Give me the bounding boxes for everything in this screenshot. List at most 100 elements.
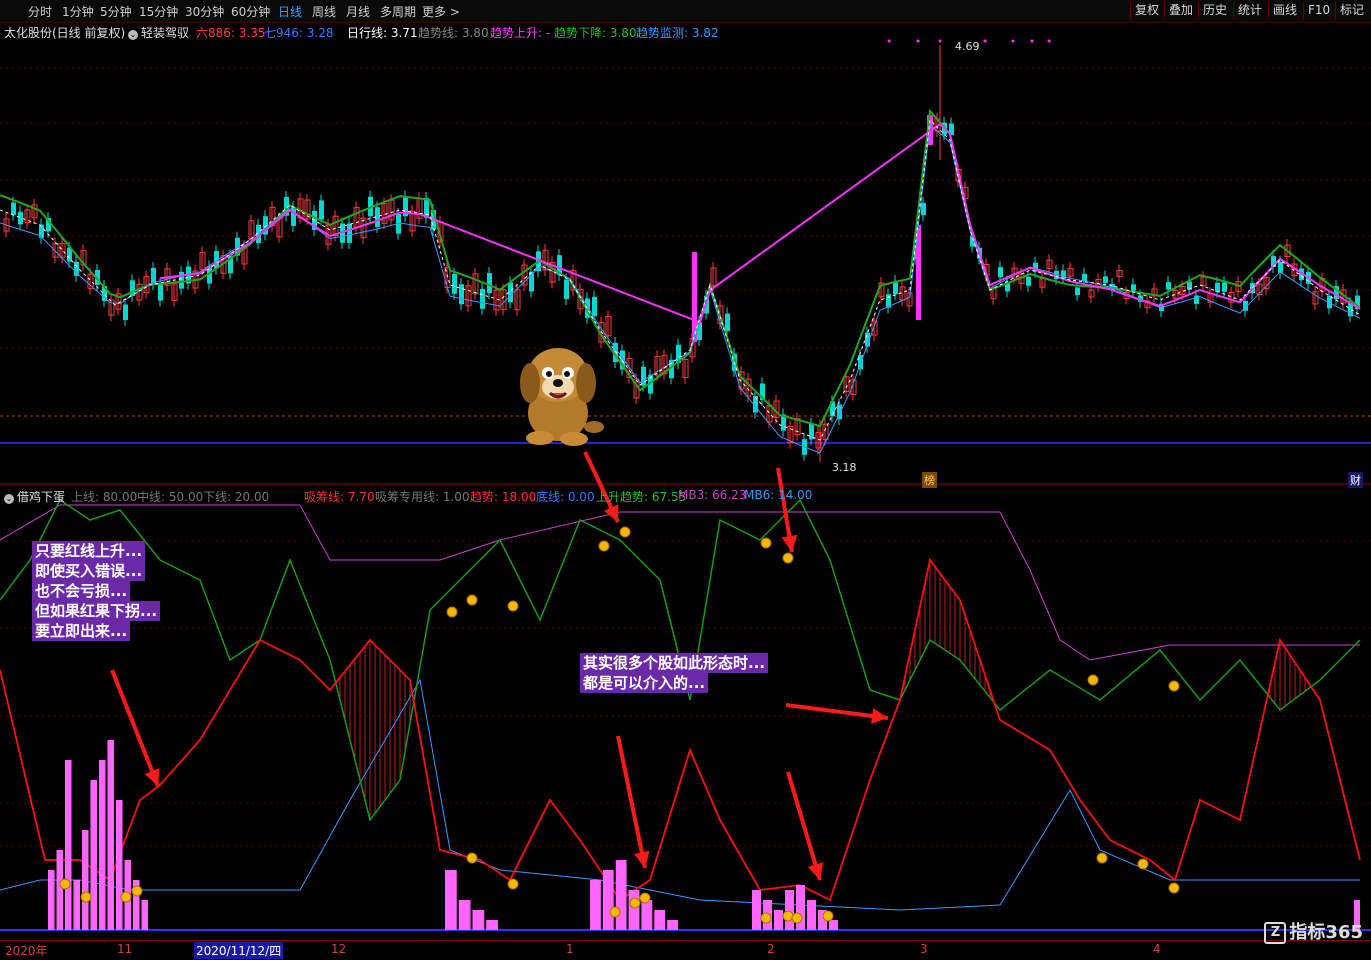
gold-fruit-icon (1168, 680, 1180, 692)
gold-fruit-icon (760, 912, 772, 924)
gold-fruit-icon (120, 891, 132, 903)
ma-green-line (0, 108, 1361, 428)
xichou-bar (445, 870, 457, 930)
axis-date-mar: 3 (920, 942, 928, 956)
xichou-special-value: 吸筹专用线: 1.00 (375, 490, 470, 504)
signal-dot (983, 39, 987, 43)
xichou-bar (774, 910, 783, 930)
gold-fruit-icon (446, 606, 458, 618)
candle-body (452, 273, 457, 294)
xichou-bar (785, 890, 794, 930)
bottom-line-value: 底线: 0.00 (536, 490, 595, 504)
bang-marker[interactable]: 榜 (922, 472, 937, 488)
gold-fruit-icon (639, 892, 651, 904)
candle-body (564, 279, 569, 300)
candle-body (11, 202, 16, 215)
sub-indicator-name[interactable]: ⌄ 借鸡下蛋 (4, 488, 65, 505)
gold-fruit-icon (59, 878, 71, 890)
xichou-bar (99, 760, 106, 930)
xichou-bar (48, 870, 55, 930)
chart-canvas[interactable] (0, 0, 1371, 959)
gold-fruit-icon (466, 852, 478, 864)
candle-body (1131, 284, 1136, 291)
trend-dashed-line (0, 118, 1361, 441)
sub-trend-value: 趋势: 18.00 (470, 490, 537, 504)
gold-fruit-icon (609, 906, 621, 918)
xichou-bar (56, 850, 63, 930)
mb6-value: MB6: 14.00 (744, 488, 813, 502)
chevron-down-icon: ⌄ (4, 494, 14, 504)
rixian-value: 日行线: 3.71 (347, 26, 418, 40)
note-line-2: 即使买入错误... (32, 561, 146, 581)
brand-logo-icon: Z (1264, 922, 1287, 944)
trend-down-value: 趋势下降: 3.80 (554, 26, 637, 40)
middle-note: 其实很多个股如此形态时... 都是可以介入的... (580, 653, 769, 693)
xichou-bar (90, 780, 97, 930)
signal-dot (887, 39, 891, 43)
left-note: 只要红线上升... 即使买入错误... 也不会亏损... 但如果红果下拐... … (32, 541, 161, 641)
xichou-bar (458, 900, 471, 930)
chevron-down-icon: ⌄ (128, 30, 138, 40)
note-mid-line-2: 都是可以介入的... (580, 673, 709, 693)
high-price-label: 4.69 (955, 40, 980, 53)
candle-body (1166, 282, 1171, 290)
xichou-value: 吸筹线: 7.70 (304, 490, 375, 504)
gold-fruit-icon (1137, 858, 1149, 870)
gold-fruit-icon (466, 594, 478, 606)
candle-body (998, 267, 1003, 278)
arrow-shaft (616, 735, 647, 869)
candle-body (18, 211, 23, 225)
candle-body (459, 284, 464, 305)
xichou-bar (641, 900, 653, 930)
lower-line-value: 下线: 20.00 (203, 490, 270, 504)
note-mid-line-1: 其实很多个股如此形态时... (580, 653, 769, 673)
candle-body (592, 296, 597, 317)
xichou-bar (590, 880, 601, 930)
note-line-3: 也不会亏损... (32, 581, 131, 601)
candle-body (725, 313, 730, 331)
candle-body (1278, 261, 1283, 274)
axis-date-jan: 1 (566, 942, 574, 956)
note-line-4: 但如果红果下拐... (32, 601, 161, 621)
indicator-name[interactable]: ⌄ 轻装驾驭 (128, 24, 189, 41)
axis-date-selected[interactable]: 2020/11/12/四 (194, 942, 284, 959)
xichou-bar (73, 880, 80, 930)
axis-date-nov: 11 (117, 942, 133, 956)
gold-fruit-icon (782, 552, 794, 564)
mb3-value: MB3: 66.23 (678, 488, 747, 502)
gold-fruit-icon (760, 537, 772, 549)
candle-body (487, 273, 492, 294)
xichou-bar (615, 860, 627, 930)
xichou-bar (141, 900, 148, 930)
axis-date-dec: 12 (331, 942, 347, 956)
middle-line-value: 中线: 50.00 (137, 490, 204, 504)
xichou-bar (807, 900, 816, 930)
trend-up-value: 趋势上升: - (490, 26, 551, 40)
candle-body (1026, 276, 1031, 286)
gold-fruit-icon (619, 526, 631, 538)
low-price-label: 3.18 (832, 461, 857, 474)
axis-date-apr: 4 (1153, 942, 1161, 956)
candle-body (1103, 276, 1108, 283)
gold-fruit-icon (507, 878, 519, 890)
candle-body (1215, 282, 1220, 292)
gold-fruit-icon (1168, 882, 1180, 894)
xichou-bar (654, 910, 666, 930)
up-trend-value: 上升趋势: 67.55 (596, 490, 687, 504)
cai-marker[interactable]: 财 (1348, 472, 1363, 488)
signal-dot (1047, 39, 1051, 43)
six-value: 六886: 3.35 (196, 26, 266, 40)
xichou-bar (486, 920, 498, 930)
xichou-bar (107, 740, 114, 930)
gold-fruit-icon (822, 910, 834, 922)
candle-body (158, 284, 163, 301)
xichou-bar (628, 890, 640, 930)
xichou-bar (829, 920, 838, 930)
xichou-bar (65, 760, 72, 930)
mb3-line (0, 504, 1360, 661)
candle-body (1075, 287, 1080, 296)
signal-dot (1030, 39, 1034, 43)
gold-fruit-icon (507, 600, 519, 612)
candle-body (347, 223, 352, 243)
signal-dot (1011, 39, 1015, 43)
